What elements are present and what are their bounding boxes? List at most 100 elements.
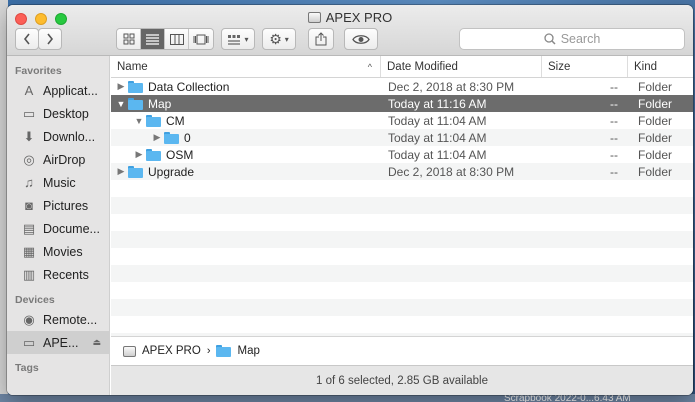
file-name: Data Collection bbox=[148, 79, 230, 94]
file-size: -- bbox=[610, 164, 618, 179]
folder-icon bbox=[146, 114, 161, 127]
file-date: Today at 11:04 AM bbox=[388, 130, 487, 145]
file-kind: Folder bbox=[638, 164, 673, 179]
file-size: -- bbox=[610, 79, 618, 94]
file-row[interactable]: ▶ Upgrade Dec 2, 2018 at 8:30 PM -- Folde… bbox=[111, 163, 693, 180]
disclosure-collapsed-icon[interactable]: ▶ bbox=[114, 166, 128, 177]
status-text: 1 of 6 selected, 2.85 GB available bbox=[316, 374, 488, 387]
list-icon bbox=[146, 33, 159, 45]
camera-icon: ◙ bbox=[25, 198, 33, 213]
sidebar-item-desktop[interactable]: ▭ Desktop bbox=[7, 102, 109, 125]
file-row[interactable]: ▶ Data Collection Dec 2, 2018 at 8:30 PM … bbox=[111, 78, 693, 95]
sidebar-item-label: Remote... bbox=[43, 312, 98, 327]
eject-icon[interactable]: ⏏ bbox=[92, 337, 101, 348]
file-name: Map bbox=[148, 96, 172, 111]
file-kind: Folder bbox=[638, 130, 673, 145]
applications-icon: A bbox=[24, 83, 34, 98]
sidebar-item-label: Desktop bbox=[43, 106, 89, 121]
columns-icon bbox=[169, 33, 184, 45]
window-title: APEX PRO bbox=[7, 10, 693, 25]
column-kind-label: Kind bbox=[634, 60, 658, 73]
path-item-root[interactable]: APEX PRO bbox=[142, 345, 201, 357]
disc-icon: ◉ bbox=[23, 311, 35, 327]
sidebar-item-label: Recents bbox=[43, 267, 89, 282]
file-row[interactable]: ▶ 0 Today at 11:04 AM -- Folder bbox=[111, 129, 693, 146]
eye-icon bbox=[352, 34, 370, 44]
column-kind[interactable]: Kind bbox=[628, 56, 693, 77]
sidebar-item-movies[interactable]: ▦ Movies bbox=[7, 240, 109, 263]
search-field[interactable]: Search bbox=[459, 28, 685, 50]
sidebar-item-label: APE... bbox=[43, 335, 79, 350]
sidebar-item-applications[interactable]: A Applicat... bbox=[7, 79, 109, 102]
grid-icon bbox=[123, 33, 134, 45]
file-date: Dec 2, 2018 at 8:30 PM bbox=[388, 79, 515, 94]
column-date-modified[interactable]: Date Modified bbox=[381, 56, 542, 77]
window-body: Favorites A Applicat... ▭ Desktop ⬇ Down… bbox=[7, 56, 693, 395]
file-name: CM bbox=[166, 113, 185, 128]
folder-icon bbox=[128, 80, 143, 93]
drive-icon bbox=[123, 345, 136, 357]
column-size-label: Size bbox=[548, 60, 571, 73]
status-bar: 1 of 6 selected, 2.85 GB available bbox=[111, 365, 693, 395]
share-button[interactable] bbox=[308, 28, 334, 50]
sidebar-item-music[interactable]: ♫ Music bbox=[7, 171, 109, 194]
file-kind: Folder bbox=[638, 96, 673, 111]
tags-header: Tags bbox=[15, 362, 39, 374]
sidebar-item-remote-disc[interactable]: ◉ Remote... bbox=[7, 308, 109, 331]
file-size: -- bbox=[610, 147, 618, 162]
drive-icon: ▭ bbox=[22, 334, 36, 350]
column-view-button[interactable] bbox=[165, 29, 189, 49]
sidebar-item-pictures[interactable]: ◙ Pictures bbox=[7, 194, 109, 217]
disclosure-collapsed-icon[interactable]: ▶ bbox=[114, 81, 128, 92]
search-icon bbox=[544, 33, 556, 45]
column-header: Name ^ Date Modified Size Kind bbox=[111, 56, 693, 78]
documents-icon: ▤ bbox=[22, 220, 36, 236]
favorites-header: Favorites bbox=[15, 65, 62, 77]
column-name[interactable]: Name ^ bbox=[111, 56, 381, 77]
quick-look-button[interactable] bbox=[344, 28, 378, 50]
group-by-button[interactable]: ▾ bbox=[221, 28, 255, 50]
file-row[interactable]: ▼ CM Today at 11:04 AM -- Folder bbox=[111, 112, 693, 129]
column-size[interactable]: Size bbox=[542, 56, 628, 77]
disclosure-expanded-icon[interactable]: ▼ bbox=[132, 116, 146, 126]
devices-header: Devices bbox=[15, 294, 55, 306]
path-bar: APEX PRO › Map bbox=[111, 336, 693, 365]
forward-button[interactable] bbox=[38, 28, 62, 50]
chevron-left-icon bbox=[23, 33, 30, 45]
sidebar-item-downloads[interactable]: ⬇ Downlo... bbox=[7, 125, 109, 148]
disclosure-collapsed-icon[interactable]: ▶ bbox=[150, 132, 164, 143]
action-button[interactable]: ⚙ ▾ bbox=[262, 28, 296, 50]
window-title-text: APEX PRO bbox=[325, 10, 393, 25]
desktop-background-bottom: Scrapbook 2022-0...6.43 AM bbox=[0, 393, 695, 402]
file-size: -- bbox=[610, 130, 618, 145]
list-view-button[interactable] bbox=[141, 29, 165, 49]
finder-window: APEX PRO ▾ ⚙ ▾ Search Favorites A Applic… bbox=[7, 5, 693, 395]
gallery-view-button[interactable] bbox=[189, 29, 213, 49]
sidebar-item-label: Movies bbox=[43, 244, 83, 259]
back-button[interactable] bbox=[15, 28, 39, 50]
recents-icon: ▥ bbox=[22, 266, 36, 282]
sidebar-item-documents[interactable]: ▤ Docume... bbox=[7, 217, 109, 240]
file-row[interactable]: ▶ OSM Today at 11:04 AM -- Folder bbox=[111, 146, 693, 163]
file-kind: Folder bbox=[638, 79, 673, 94]
chevron-down-icon: ▾ bbox=[244, 34, 249, 44]
chevron-down-icon: ▾ bbox=[284, 34, 289, 44]
file-row-selected[interactable]: ▼ Map Today at 11:16 AM -- Folder bbox=[111, 95, 693, 112]
desktop-icon: ▭ bbox=[22, 105, 36, 121]
file-kind: Folder bbox=[638, 113, 673, 128]
share-icon bbox=[315, 32, 327, 46]
icon-view-button[interactable] bbox=[117, 29, 141, 49]
folder-icon bbox=[216, 345, 232, 357]
sidebar-item-recents[interactable]: ▥ Recents bbox=[7, 263, 109, 286]
folder-icon bbox=[146, 148, 161, 161]
chevron-right-icon: › bbox=[206, 345, 211, 357]
sidebar-item-airdrop[interactable]: ◎ AirDrop bbox=[7, 148, 109, 171]
disclosure-collapsed-icon[interactable]: ▶ bbox=[132, 149, 146, 160]
path-item-current[interactable]: Map bbox=[237, 345, 259, 357]
chevron-right-icon bbox=[47, 33, 54, 45]
folder-icon bbox=[128, 97, 143, 110]
sidebar-item-label: Docume... bbox=[43, 221, 100, 236]
sidebar-item-apex-pro[interactable]: ▭ APE... ⏏ bbox=[7, 331, 109, 354]
sidebar: Favorites A Applicat... ▭ Desktop ⬇ Down… bbox=[7, 56, 110, 395]
disclosure-expanded-icon[interactable]: ▼ bbox=[114, 99, 128, 109]
